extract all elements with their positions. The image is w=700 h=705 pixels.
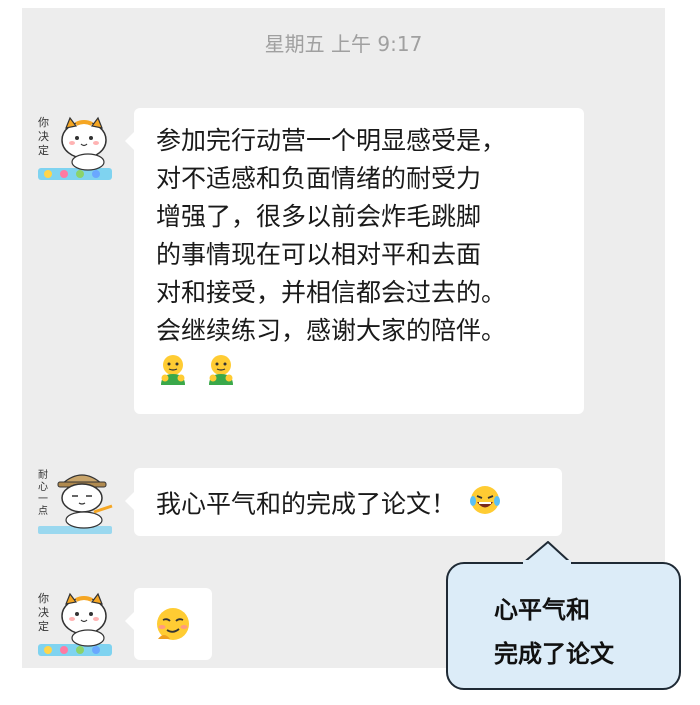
avatar-text-1: 你 xyxy=(38,592,49,605)
avatar-text-3: 定 xyxy=(38,619,49,633)
cat-avatar-decide-icon[interactable]: 你 决 定 xyxy=(36,112,114,184)
message-line: 的事情现在可以相对平和去面 xyxy=(156,240,482,269)
avatar-text-1: 你 xyxy=(38,116,49,129)
message-timestamp: 星期五 上午 9:17 xyxy=(264,32,423,56)
message-line: 参加完行动营一个明显感受是， xyxy=(156,126,507,155)
callout-line-2: 完成了论文 xyxy=(494,640,614,668)
avatar-text-3: 定 xyxy=(38,143,49,157)
callout-line-1: 心平气和 xyxy=(494,596,590,624)
hug-emoji-icon xyxy=(204,352,238,397)
message-line: 会继续练习，感谢大家的陪伴。 xyxy=(156,316,507,345)
smirk-emoji-icon xyxy=(154,605,192,654)
laughing-tears-emoji-icon xyxy=(468,483,502,528)
callout-pointer-mask xyxy=(523,560,571,566)
avatar-text-2: 决 xyxy=(38,130,49,143)
hug-emoji-icon xyxy=(156,352,190,397)
avatar-text-2: 心 xyxy=(38,481,48,493)
message-bubble-2[interactable]: 我心平气和的完成了论文！ xyxy=(125,468,562,536)
message-line: 对和接受，并相信都会过去的。 xyxy=(156,278,507,307)
message-bubble-3[interactable] xyxy=(125,588,212,660)
avatar-text-2: 决 xyxy=(38,606,49,619)
message-line: 对不适感和负面情绪的耐受力 xyxy=(156,164,482,193)
avatar-text-1: 耐 xyxy=(38,468,48,481)
message-line: 增强了，很多以前会炸毛跳脚 xyxy=(156,202,482,231)
emoji-row xyxy=(156,352,570,388)
annotation-callout: 心平气和 完成了论文 xyxy=(446,562,681,690)
avatar-text-4: 点 xyxy=(38,505,48,517)
avatar-text-3: 一 xyxy=(38,494,48,505)
message-bubble-1[interactable]: 参加完行动营一个明显感受是， 对不适感和负面情绪的耐受力 增强了，很多以前会炸毛… xyxy=(125,108,584,414)
cat-avatar-patience-icon[interactable]: 耐 心 一 点 xyxy=(36,466,114,538)
cat-avatar-decide-icon[interactable]: 你 决 定 xyxy=(36,588,114,660)
message-text: 我心平气和的完成了论文！ xyxy=(156,489,457,519)
